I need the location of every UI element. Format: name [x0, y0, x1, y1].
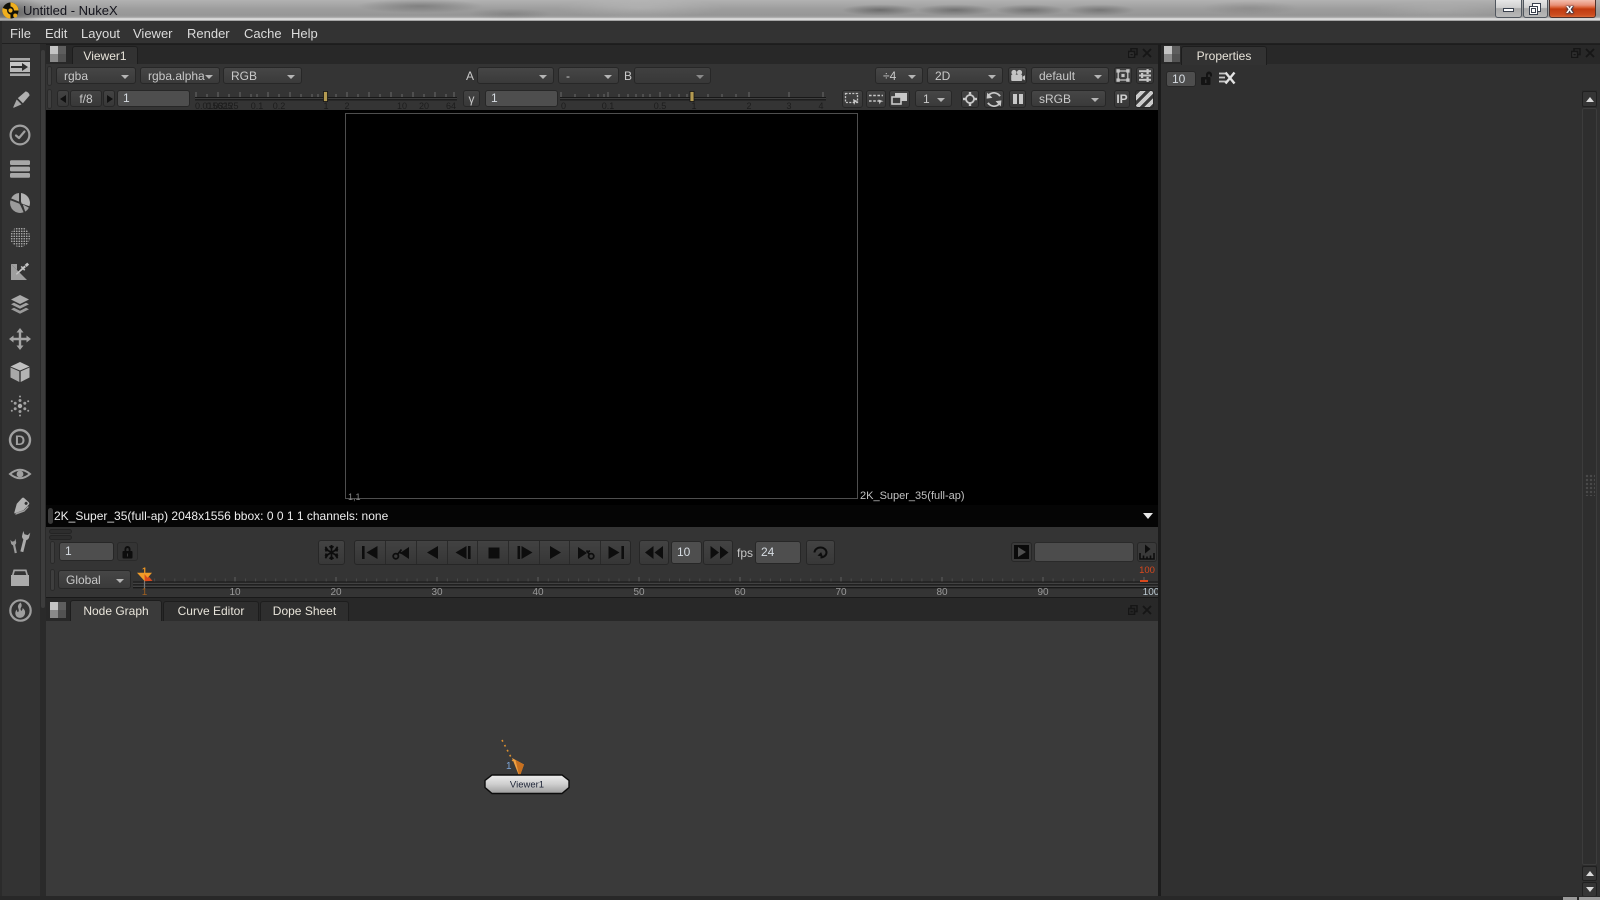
svg-text:60: 60 — [734, 587, 746, 597]
svg-text:Viewer1: Viewer1 — [510, 780, 544, 791]
svg-text:1: 1 — [142, 587, 148, 597]
svg-text:D: D — [15, 432, 25, 448]
svg-text:100: 100 — [1143, 587, 1158, 597]
svg-text:70: 70 — [835, 587, 847, 597]
svg-text:1: 1 — [506, 761, 512, 772]
svg-text:80: 80 — [936, 587, 948, 597]
svg-text:100: 100 — [1139, 566, 1155, 576]
svg-text:20: 20 — [330, 587, 342, 597]
svg-text:30: 30 — [431, 587, 443, 597]
svg-text:40: 40 — [532, 587, 544, 597]
svg-text:50: 50 — [633, 587, 645, 597]
svg-text:90: 90 — [1037, 587, 1049, 597]
svg-text:10: 10 — [229, 587, 241, 597]
